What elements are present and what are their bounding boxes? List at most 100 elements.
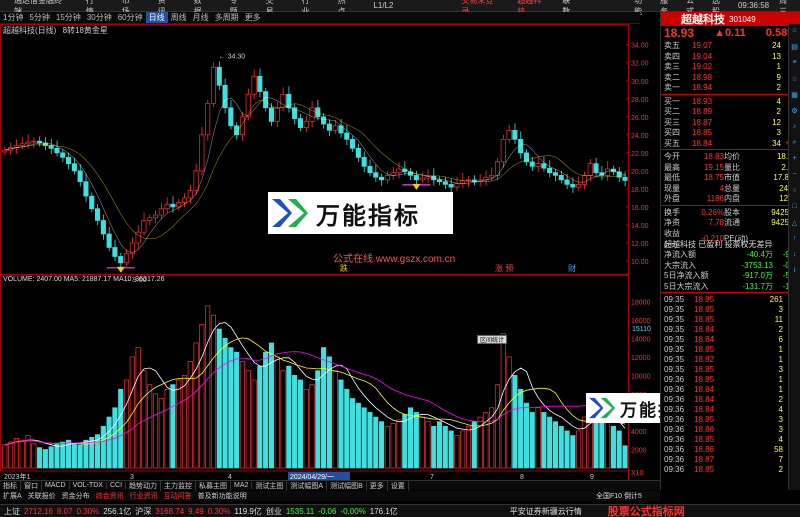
indicator-tab-8[interactable]: MA2 [231,482,253,489]
gear-icon[interactable]: ⚙ [789,104,800,117]
minus-icon[interactable]: − [789,168,800,181]
extension-tab-0[interactable]: 扩展A [0,491,25,501]
chart-icon[interactable]: ▤ [789,40,800,53]
volume-bar [599,416,605,469]
candle-body [344,132,350,140]
extension-tab-3[interactable]: 综合资讯 [93,491,127,501]
period-7[interactable]: 月线 [190,12,212,23]
ask-row: 卖三19.021+1 [661,61,800,72]
indicator-tab-11[interactable]: 测试幅图B [327,480,367,491]
watermark-site: 公式在线 www.gszx.com.cn [333,254,456,265]
extension-tab-5[interactable]: 互动问答 [161,491,195,501]
period-4[interactable]: 60分钟 [115,12,146,23]
info-icon[interactable]: i [789,264,800,277]
index-name[interactable]: 创业 [266,506,282,517]
period-6[interactable]: 周线 [168,12,190,23]
flow-value: -917.0万 [742,271,773,280]
volume-bar [187,361,193,469]
arrow-down-icon[interactable]: ↓ [789,248,800,261]
indicator-tab-4[interactable]: CCI [107,482,127,489]
indicator-tab-10[interactable]: 测试幅图A [287,480,328,491]
period-9[interactable]: 更多 [242,12,264,23]
tick-row: 09:3618.854S [661,434,800,444]
star-icon[interactable]: ☆ [789,72,800,85]
extension-tab-4[interactable]: 行业资讯 [127,491,161,501]
home-icon[interactable]: ⌂ [789,24,800,37]
indicator-tab-3[interactable]: VOL-TDX [70,482,107,489]
circle-icon[interactable]: ○ [789,184,800,197]
indicator-tab-2[interactable]: MACD [42,482,70,489]
menu-item[interactable]: L1/L2 [363,1,403,10]
indicator-tab-1[interactable]: 窗口 [21,480,42,491]
search-icon[interactable]: ⌕ [789,136,800,149]
ask-book: 卖五19.0724卖四19.0413卖三19.021+1卖二18.989卖一18… [661,40,800,93]
tick-time: 09:36 [664,444,685,454]
candle-body [460,180,466,184]
volume-bar [315,370,321,469]
ask-volume: 1 [776,62,781,71]
event-marker: 涨 预 [495,263,513,273]
quote-header[interactable]: 超越科技 301049 [661,12,800,26]
period-2[interactable]: 15分钟 [53,12,84,23]
tick-price: 18.87 [694,454,715,464]
stat-value: 7.78 [708,218,724,227]
grid-icon[interactable]: ▦ [789,88,800,101]
range-stat-popup[interactable]: 区间统计 [477,335,508,344]
indicator-tab-13[interactable]: 设置 [388,480,409,491]
indicator-tab-9[interactable]: 测试主图 [252,480,288,491]
period-0[interactable]: 1分钟 [0,12,26,23]
volume-bar [48,446,54,469]
triangle-icon[interactable]: △ [789,216,800,229]
period-5[interactable]: 日线 [145,12,168,23]
indicator-tab-6[interactable]: 主力监控 [161,480,197,491]
volume-bar [158,398,164,469]
flow-value: -131.7万 [742,281,773,291]
index-name[interactable]: 上证 [4,506,20,517]
volume-bar [564,430,570,469]
indicator-tab-12[interactable]: 更多 [367,480,388,491]
period-8[interactable]: 多周期 [212,12,242,23]
list-icon[interactable]: ≡ [789,56,800,69]
extension-tab-1[interactable]: 关联报价 [25,491,59,501]
max-price-label: ← 34.30 [219,53,246,60]
period-3[interactable]: 30分钟 [84,12,115,23]
candle-body [321,116,327,125]
bid-label: 买五 [664,138,680,148]
index-amount: 256.1亿 [103,506,132,516]
tick-time: 09:35 [664,354,685,364]
flow-value: -40.4万 [746,250,773,259]
index-amount: 119.9亿 [234,506,262,516]
data-source: 平安证券新疆云行情 [509,506,582,516]
volume-bar [19,439,25,469]
candle-body [500,138,506,163]
ask-volume: 9 [776,72,781,82]
indicator-tab-7[interactable]: 私募主图 [196,480,232,491]
ask-row: 卖五 19.07 24 [661,40,800,51]
candlestick-chart[interactable]: ← 34.30← 9.00跌涨 预财 34.0032.0030.0028.002… [0,24,660,480]
volume-bar [199,324,205,469]
period-1[interactable]: 5分钟 [26,12,52,23]
candle-body [31,140,37,143]
candle-body [581,175,587,185]
candle-body [222,84,228,109]
stat-label: 最低 [664,173,680,182]
tick-row: 09:3618.852S [661,464,800,474]
index-name[interactable]: 沪深 [135,506,151,517]
plus-icon[interactable]: + [789,152,800,165]
stat-label: 股本 [724,207,740,217]
tick-list[interactable]: 09:3518.85261S09:3518.853S09:3518.8511B0… [661,294,800,474]
volume-bar [576,430,582,469]
volume-tick: 16000 [631,318,651,325]
square-icon[interactable]: □ [789,200,800,213]
extension-tab-2[interactable]: 资金分布 [59,491,93,501]
bid-price: 18.87 [692,117,713,127]
candle-body [257,75,263,92]
indicator-tab-5[interactable]: 趋势动力 [126,480,162,491]
arrow-up-icon[interactable]: ↑ [789,232,800,245]
indicator-tab-0[interactable]: 指标 [0,480,21,491]
f10-countdown[interactable]: 全国F10 倒计5 [596,491,642,501]
bid-row: 买二 18.89 2 [661,106,800,117]
bell-icon[interactable]: ♪ [789,120,800,133]
volume-bar [384,425,390,469]
extension-tab-6[interactable]: 普及新功能说明 [195,491,250,501]
